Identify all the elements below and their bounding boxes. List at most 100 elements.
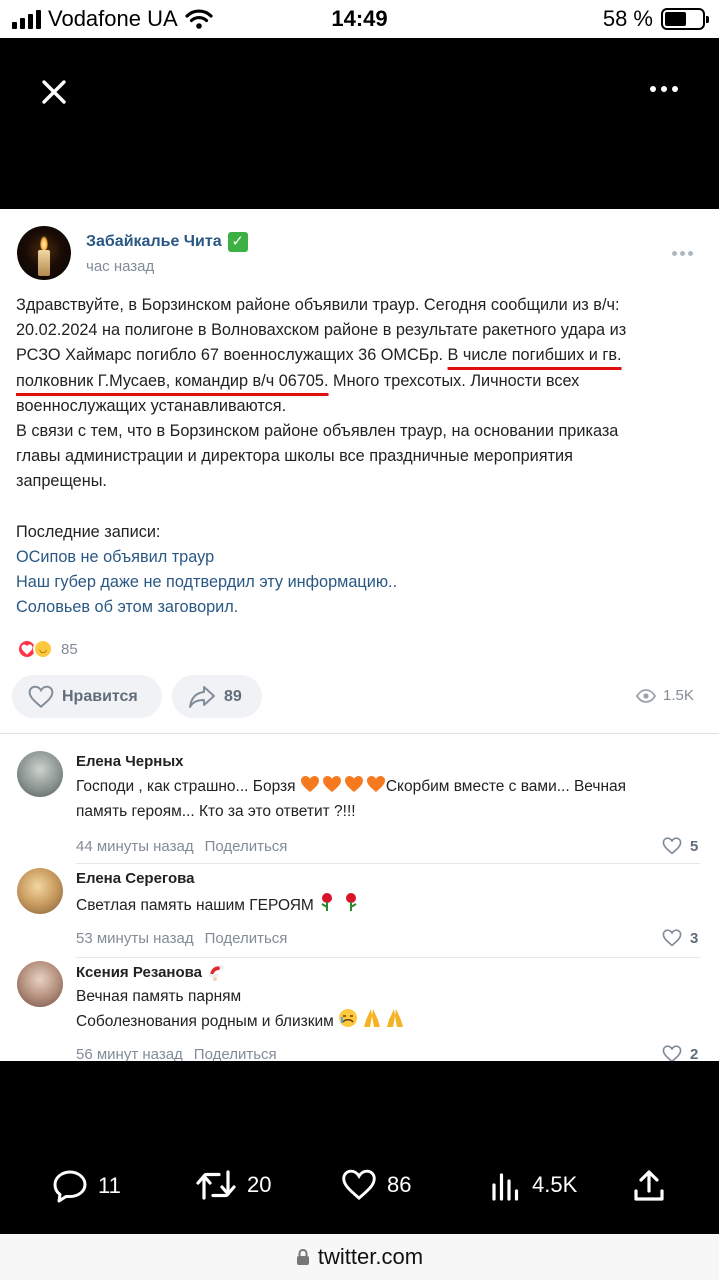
underlined-text: полковник Г.Мусаев, командир в/ч 06705. [16, 371, 329, 390]
views-button[interactable]: 4.5K [490, 1169, 577, 1201]
post-line: РСЗО Хаймарс погибло 67 военнослужащих 3… [16, 343, 706, 368]
retweet-button[interactable]: 20 [195, 1169, 271, 1201]
reply-button[interactable]: 11 [52, 1169, 121, 1203]
orange-hearts-icon [300, 775, 386, 800]
post-views: 1.5K [636, 687, 694, 704]
comment-line: Светлая память нашим ГЕРОЯМ [76, 897, 314, 914]
candle-icon [38, 250, 50, 276]
post-line: военнослужащих устанавливаются. [16, 396, 287, 415]
post-line: В связи с тем, что в Борзинском районе о… [16, 422, 619, 441]
comment-time[interactable]: 53 минуты назад [76, 930, 194, 947]
roses-icon [318, 892, 362, 919]
reactions-count: 85 [61, 640, 78, 658]
comment-meta: 44 минуты назад Поделиться [76, 838, 287, 855]
post-menu-icon[interactable] [672, 251, 693, 256]
heart-outline-icon [662, 837, 682, 855]
like-count: 86 [387, 1172, 412, 1197]
post-body: Здравствуйте, в Борзинском районе объяви… [16, 293, 706, 620]
like-button[interactable]: Нравится [12, 675, 162, 718]
browser-url-bar[interactable]: twitter.com [0, 1234, 719, 1280]
sad-reaction-icon: ◡ [33, 639, 53, 659]
post-line: Здравствуйте, в Борзинском районе объяви… [16, 296, 620, 314]
santa-hat-icon [209, 965, 224, 981]
like-tweet-button[interactable]: 86 [341, 1169, 411, 1201]
share-arrow-icon [189, 685, 215, 708]
post-line: полковник Г.Мусаев, командир в/ч 06705. … [16, 369, 706, 394]
comment-line: Соболезнования родным и близким [76, 1013, 334, 1030]
comment-text: Светлая память нашим ГЕРОЯМ [76, 892, 701, 919]
bar-chart-icon [492, 1173, 519, 1201]
lock-icon [296, 1248, 309, 1265]
avatar[interactable] [17, 226, 71, 280]
comment-text: Господи , как страшно... Борзя Скорбим в… [76, 775, 701, 823]
avatar[interactable] [17, 868, 63, 914]
eye-icon [636, 688, 656, 703]
comment-divider [76, 863, 700, 864]
post-line: запрещены. [16, 472, 107, 491]
post-line: главы администрации и директора школы вс… [16, 447, 573, 466]
comment-text: Вечная память парням Соболезнования родн… [76, 985, 701, 1035]
comment-author[interactable]: Елена Черных [76, 753, 184, 770]
recent-post-link[interactable]: Соловьев об этом заговорил. [16, 595, 706, 620]
recent-posts-label: Последние записи: [16, 522, 161, 541]
status-bar: Vodafone UA 14:49 58 % [0, 0, 719, 38]
reply-count: 11 [98, 1173, 121, 1198]
retweet-count: 20 [247, 1172, 272, 1197]
like-label: Нравится [62, 687, 138, 705]
comment-line: память героям... Кто за это ответит ?!!! [76, 803, 356, 820]
status-right: 58 % [602, 6, 709, 32]
vk-post-screenshot: Забайкалье Чита ✓ час назад Здравствуйте… [0, 209, 719, 1063]
avatar[interactable] [17, 961, 63, 1007]
post-time[interactable]: час назад [86, 258, 154, 275]
media-viewer-header [0, 38, 719, 209]
comment-author[interactable]: Ксения Резанова [76, 963, 225, 981]
comment-time[interactable]: 44 минуты назад [76, 838, 194, 855]
comment-like-button[interactable]: 3 [662, 929, 698, 947]
retweet-icon [196, 1170, 236, 1200]
comment-author-name[interactable]: Ксения Резанова [76, 964, 202, 981]
divider [0, 733, 719, 734]
reactions[interactable]: ◡ 85 [17, 639, 78, 659]
post-line: 20.02.2024 на полигоне в Волновахском ра… [16, 321, 627, 340]
comment-line: Скорбим вместе с вами... Вечная [385, 778, 627, 795]
upload-share-icon [634, 1170, 664, 1201]
share-button[interactable]: 89 [172, 675, 262, 718]
close-icon[interactable] [38, 76, 70, 108]
recent-post-link[interactable]: Наш губер даже не подтвердил эту информа… [16, 570, 706, 595]
comment-divider [76, 957, 700, 958]
author-name[interactable]: Забайкалье Чита [86, 233, 222, 251]
comment-likes-count: 2 [690, 1045, 699, 1063]
battery-percent: 58 % [602, 6, 653, 31]
shares-count: 89 [224, 687, 242, 705]
candle-flame-icon [40, 236, 48, 250]
url-text: twitter.com [317, 1244, 424, 1269]
share-comment-link[interactable]: Поделиться [205, 930, 288, 947]
underlined-text: В числе погибших и гв. [447, 346, 622, 365]
more-options-icon[interactable] [650, 86, 678, 92]
post-author[interactable]: Забайкалье Чита ✓ [86, 232, 248, 252]
comment-author[interactable]: Елена Серегова [76, 870, 195, 887]
battery-icon [661, 8, 709, 30]
sad-face-praying-hands-icon [338, 1008, 406, 1035]
heart-outline-icon [342, 1169, 376, 1200]
recent-post-link[interactable]: ОСипов не объявил траур [16, 545, 706, 570]
avatar[interactable] [17, 751, 63, 797]
screen: Vodafone UA 14:49 58 % Забайкалье Чита ✓ [0, 0, 719, 1280]
tweet-action-bar: 11 20 86 4.5K [0, 1061, 719, 1234]
comment-line: Господи , как страшно... Борзя [76, 778, 296, 795]
comment-like-button[interactable]: 5 [662, 837, 698, 855]
check-mark-icon: ✓ [227, 232, 248, 252]
heart-outline-icon [662, 929, 682, 947]
heart-outline-icon [28, 685, 54, 708]
post-line-part: Много трехсотых. Личности всех [328, 371, 580, 390]
views-count: 1.5K [663, 687, 694, 704]
comment-likes-count: 5 [690, 837, 699, 855]
share-tweet-button[interactable] [632, 1169, 666, 1203]
share-comment-link[interactable]: Поделиться [205, 838, 288, 855]
views-count: 4.5K [532, 1172, 578, 1197]
comment-line: Вечная память парням [76, 988, 242, 1005]
comment-meta: 53 минуты назад Поделиться [76, 930, 287, 947]
reply-bubble-icon [53, 1170, 87, 1203]
post-line-part: РСЗО Хаймарс погибло 67 военнослужащих 3… [16, 346, 448, 365]
comment-likes-count: 3 [690, 929, 699, 947]
